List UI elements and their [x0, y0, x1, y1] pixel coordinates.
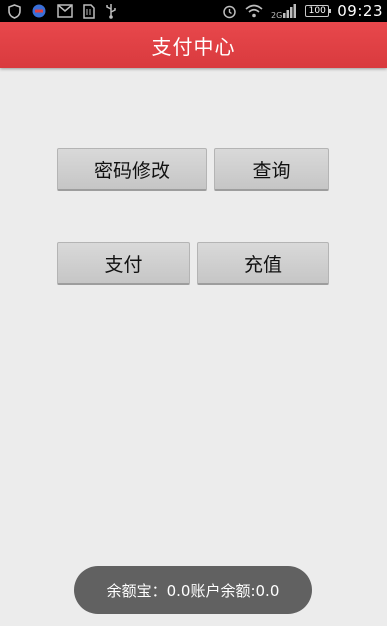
- sim-icon: [83, 3, 95, 19]
- status-bar: 2G 100 09:23: [0, 0, 387, 22]
- pay-button[interactable]: 支付: [57, 242, 190, 285]
- alarm-icon: [222, 4, 237, 19]
- change-password-button[interactable]: 密码修改: [57, 148, 207, 191]
- status-clock: 09:23: [337, 2, 383, 20]
- balance-toast-text: 余额宝：0.0账户余额:0.0: [106, 581, 280, 600]
- page-title: 支付中心: [151, 34, 236, 59]
- status-right-icons: 2G 100 09:23: [222, 2, 383, 20]
- notification-icon: [31, 3, 47, 19]
- balance-toast: 余额宝：0.0账户余额:0.0: [74, 566, 312, 614]
- title-bar: 支付中心: [0, 22, 387, 68]
- battery-level: 100: [308, 6, 326, 16]
- battery-icon: 100: [305, 5, 332, 17]
- signal-icon: 2G: [271, 3, 297, 19]
- status-left-icons: [8, 3, 117, 19]
- query-button[interactable]: 查询: [214, 148, 329, 191]
- wifi-icon: [245, 4, 263, 18]
- recharge-button[interactable]: 充值: [197, 242, 329, 285]
- sms-icon: [57, 4, 73, 18]
- svg-text:2G: 2G: [271, 11, 282, 19]
- usb-icon: [105, 3, 117, 19]
- shield-icon: [8, 3, 21, 19]
